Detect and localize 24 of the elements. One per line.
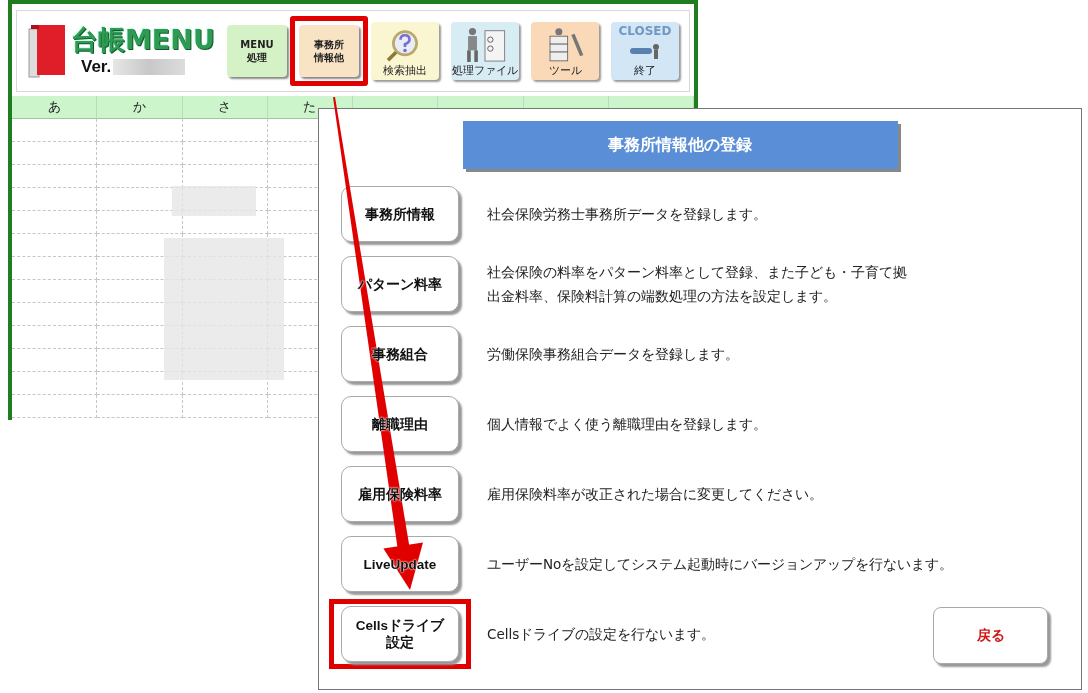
dialog-title: 事務所情報他の登録 — [462, 121, 898, 169]
option-description: 社会保険労務士事務所データを登録します。 — [487, 205, 767, 224]
option-button[interactable]: Cellsドライブ 設定 — [341, 606, 459, 662]
option-button[interactable]: 事務所情報 — [341, 186, 459, 242]
option-description: 労働保険事務組合データを登録します。 — [487, 345, 739, 364]
app-title: 台帳MENU — [71, 23, 215, 57]
menu-button[interactable]: 検索抽出 — [371, 22, 439, 80]
back-button[interactable]: 戻る — [933, 607, 1048, 664]
index-tab[interactable]: さ — [182, 96, 268, 119]
binder-icon — [27, 23, 67, 79]
option-description: 雇用保険料率が改正された場合に変更してください。 — [487, 485, 823, 504]
option-description: Cellsドライブの設定を行ないます。 — [487, 625, 716, 644]
person-sign-icon — [630, 42, 660, 59]
option-description: 個人情報でよく使う離職理由を登録します。 — [487, 415, 767, 434]
index-tab[interactable]: か — [97, 96, 183, 119]
option-description: 社会保険の料率をパターン料率として登録、また子ども・子育て拠 出金料率、保険料計算の端数処理の方法を設定します。 — [487, 263, 907, 306]
option-description: ユーザーNoを設定してシステム起動時にバージョンアップを行ないます。 — [487, 555, 954, 574]
menu-button[interactable]: MENU 処理 — [227, 25, 287, 77]
index-tab[interactable]: あ — [12, 96, 98, 119]
version-label: Ver. — [81, 57, 112, 77]
menu-button[interactable]: 事務所 情報他 — [299, 25, 359, 77]
menu-button[interactable]: 処理ファイル — [451, 22, 519, 80]
close-button[interactable]: CLOSED 終了 — [611, 22, 679, 80]
menu-button[interactable]: ツール — [531, 22, 599, 80]
